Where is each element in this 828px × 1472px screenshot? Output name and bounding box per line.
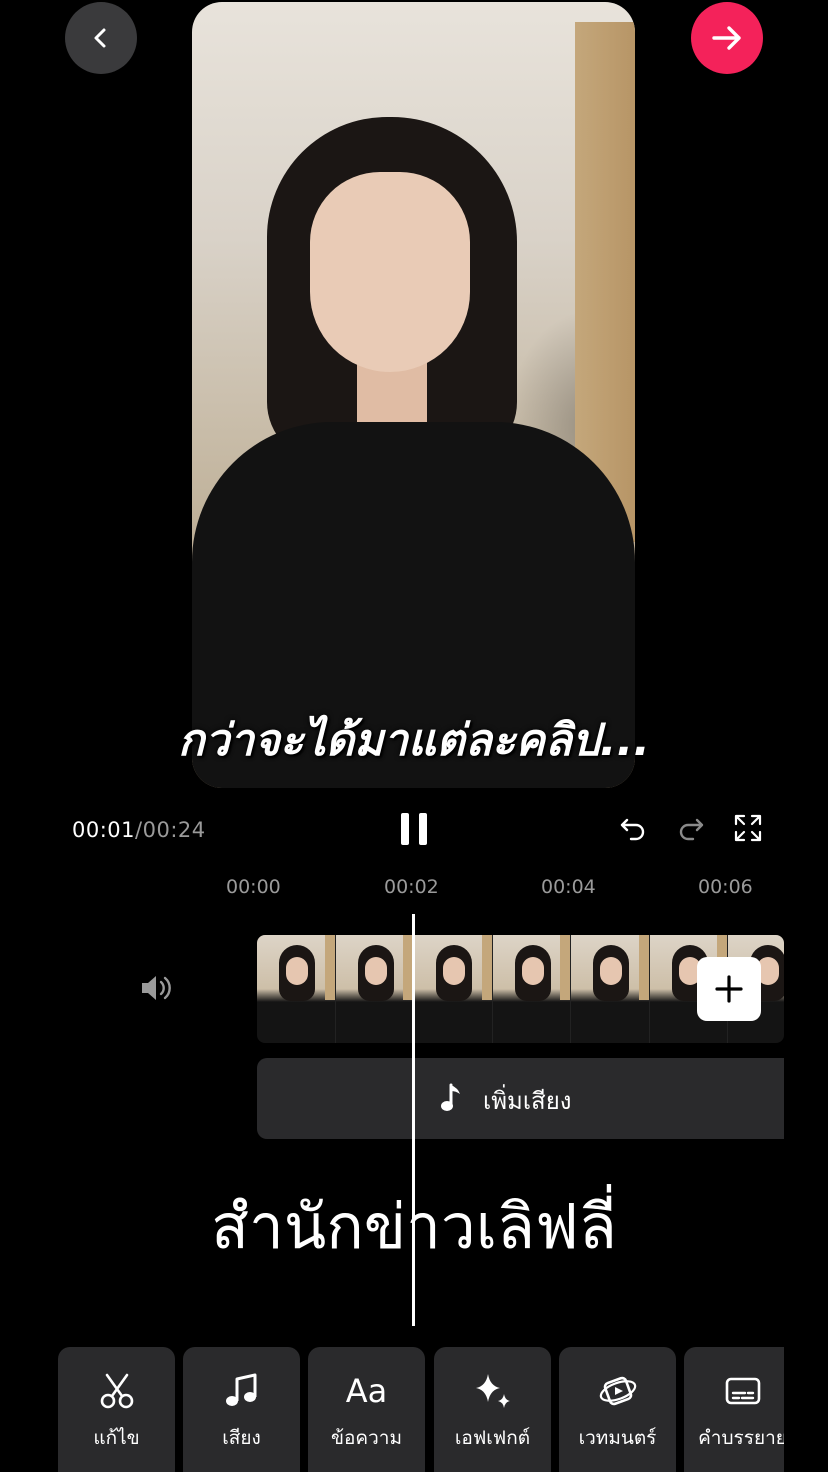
next-button[interactable]: [691, 2, 763, 74]
watermark-text: สำนักข่าวเลิฟลี่: [211, 1190, 617, 1263]
tool-label: แก้ไข: [93, 1427, 140, 1449]
clip-thumbnail: [257, 935, 336, 1043]
clip-thumbnail: [414, 935, 493, 1043]
time-separator: /: [135, 818, 143, 842]
bottom-toolbar: แก้ไข เสียง Aa ข้อความ เอฟเฟกต์ เวทมนตร์…: [0, 1340, 784, 1472]
scissors-icon: [100, 1373, 133, 1409]
clip-thumbnail: [492, 935, 571, 1043]
chevron-left-icon: [94, 28, 106, 48]
captions-icon: [725, 1377, 760, 1405]
undo-icon: [620, 818, 645, 841]
tool-label: คำบรรยาย: [698, 1427, 784, 1449]
total-duration: 00:24: [142, 818, 206, 842]
ruler-mark: 00:02: [384, 876, 439, 898]
add-audio-button[interactable]: เพิ่มเสียง: [257, 1058, 784, 1139]
tool-label: เอฟเฟกต์: [454, 1427, 531, 1449]
add-audio-label: เพิ่มเสียง: [483, 1087, 572, 1115]
magic-icon: [599, 1376, 636, 1406]
ruler-mark: 00:06: [698, 876, 753, 898]
clip-volume-button[interactable]: [138, 970, 174, 1006]
music-note-icon: [441, 1083, 460, 1111]
clip-thumbnail: [571, 935, 650, 1043]
tool-audio[interactable]: เสียง: [183, 1347, 300, 1472]
person-face: [310, 172, 470, 372]
clip-thumbnail: [335, 935, 414, 1043]
text-icon: Aa: [345, 1372, 388, 1410]
undo-button[interactable]: [615, 810, 651, 846]
music-note-icon: [225, 1373, 256, 1406]
tool-label: เวทมนตร์: [578, 1427, 657, 1449]
redo-button[interactable]: [673, 810, 709, 846]
tool-text[interactable]: Aa ข้อความ: [308, 1347, 425, 1472]
fullscreen-icon: [734, 814, 762, 842]
video-caption: กว่าจะได้มาแต่ละคลิป...: [178, 715, 650, 766]
pause-icon: [401, 813, 409, 845]
back-button[interactable]: [65, 2, 137, 74]
fullscreen-button[interactable]: [730, 810, 766, 846]
time-display: 00:01/00:24: [72, 818, 206, 842]
plus-icon: [715, 975, 743, 1003]
tool-label: ข้อความ: [331, 1427, 402, 1449]
redo-icon: [679, 818, 704, 841]
tool-effects[interactable]: เอฟเฟกต์: [434, 1347, 551, 1472]
current-time: 00:01: [72, 818, 136, 842]
tool-magic[interactable]: เวทมนตร์: [559, 1347, 676, 1472]
tool-captions[interactable]: คำบรรยาย: [684, 1347, 784, 1472]
pause-button[interactable]: [401, 813, 427, 845]
ruler-mark: 00:00: [226, 876, 281, 898]
tool-edit[interactable]: แก้ไข: [58, 1347, 175, 1472]
tool-label: เสียง: [222, 1427, 261, 1449]
add-clip-button[interactable]: [697, 957, 761, 1021]
arrow-right-icon: [712, 26, 741, 50]
video-preview[interactable]: [192, 2, 635, 788]
volume-icon: [142, 976, 171, 1000]
ruler-mark: 00:04: [541, 876, 596, 898]
sparkle-icon: [475, 1374, 510, 1408]
